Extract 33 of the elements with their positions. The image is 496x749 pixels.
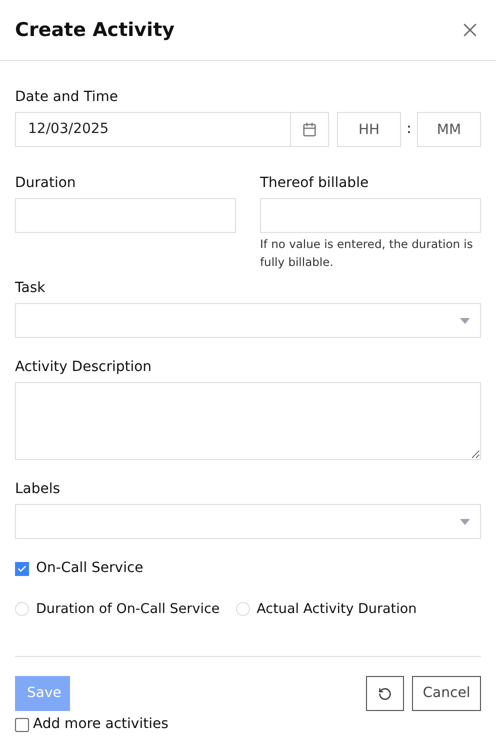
field-label: Thereof billable bbox=[260, 174, 370, 192]
checkbox-label: Add more activities bbox=[33, 715, 168, 734]
dropdown-caret-icon bbox=[460, 518, 470, 524]
radio-button[interactable] bbox=[15, 602, 29, 616]
reset-button[interactable] bbox=[366, 676, 404, 712]
billable-field[interactable] bbox=[260, 198, 481, 233]
field-label: Task bbox=[15, 279, 46, 297]
field-label: Duration bbox=[15, 174, 77, 192]
field-label: Activity Description bbox=[15, 358, 153, 376]
check-icon bbox=[17, 564, 27, 574]
date-field[interactable]: 12/03/2025 bbox=[15, 112, 291, 147]
radio-label: Actual Activity Duration bbox=[256, 600, 417, 619]
dialog-title: Create Activity bbox=[15, 18, 175, 43]
task-select[interactable] bbox=[15, 303, 481, 338]
description-field[interactable] bbox=[15, 382, 481, 460]
hint-text: If no value is entered, the duration is fully billable. bbox=[260, 236, 474, 271]
undo-icon bbox=[378, 686, 392, 701]
cancel-button[interactable]: Cancel bbox=[412, 676, 481, 712]
hour-field[interactable]: HH bbox=[337, 112, 401, 147]
checkbox[interactable] bbox=[15, 718, 29, 732]
field-label: Labels bbox=[15, 480, 62, 498]
checkbox[interactable] bbox=[15, 562, 29, 576]
checkbox-label: On-Call Service bbox=[36, 559, 144, 578]
time-separator: : bbox=[406, 120, 412, 139]
minute-field[interactable]: MM bbox=[417, 112, 481, 147]
dropdown-caret-icon bbox=[460, 318, 470, 324]
calendar-icon bbox=[302, 122, 317, 137]
labels-select[interactable] bbox=[15, 504, 481, 539]
duration-field[interactable] bbox=[15, 198, 236, 233]
radio-button[interactable] bbox=[236, 602, 250, 616]
calendar-button[interactable] bbox=[291, 112, 329, 147]
field-label: Date and Time bbox=[15, 88, 119, 106]
radio-label: Duration of On-Call Service bbox=[36, 600, 220, 619]
